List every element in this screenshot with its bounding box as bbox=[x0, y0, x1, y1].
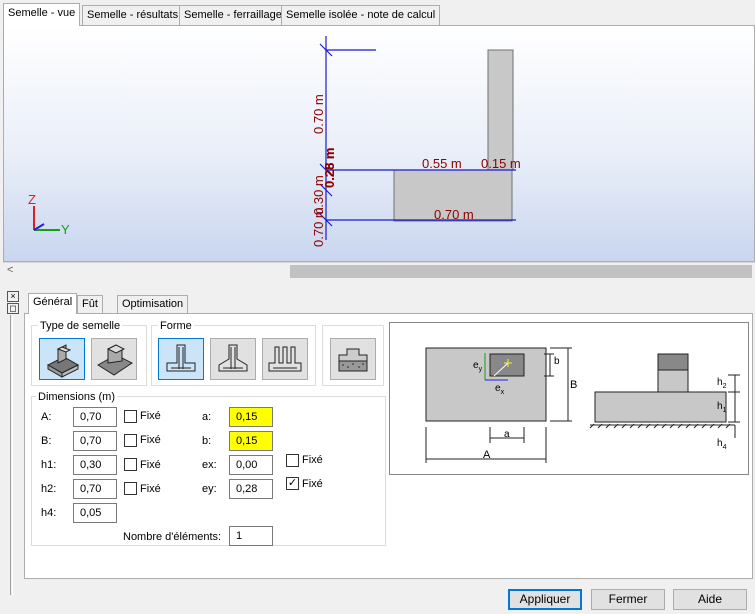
label-h4: h4: bbox=[41, 507, 57, 519]
checkbox-fixe-A[interactable] bbox=[124, 410, 137, 423]
axis-gizmo bbox=[33, 206, 60, 231]
footing-shape-3-icon[interactable] bbox=[262, 338, 308, 380]
float-panel-icon[interactable]: ◻ bbox=[7, 303, 19, 314]
top-tab-bar: Semelle - vue Semelle - résultats Semell… bbox=[0, 0, 755, 26]
footing-shape-2-icon[interactable] bbox=[210, 338, 256, 380]
footing-view[interactable]: Z Y 0.70 m 0.70 m 0.30 m 0.28 m 0.25 m 0… bbox=[3, 25, 755, 262]
tab-fut[interactable]: Fût bbox=[77, 295, 103, 314]
input-h2[interactable]: 0,70 bbox=[73, 479, 117, 499]
input-b[interactable]: 0,15 bbox=[229, 431, 273, 451]
dim-015: 0.15 m bbox=[481, 156, 521, 171]
schema-label-h1: h1 bbox=[717, 401, 727, 414]
dimensions-group: Dimensions (m) A: 0,70 Fixé B: 0,70 Fixé… bbox=[31, 391, 386, 546]
checkbox-fixe-h2[interactable] bbox=[124, 482, 137, 495]
input-h1[interactable]: 0,30 bbox=[73, 455, 117, 475]
soil-group bbox=[322, 325, 384, 386]
general-tab-panel: Type de semelle Forme Dimensions (m) A: … bbox=[24, 313, 753, 579]
schema-label-h4: h4 bbox=[717, 438, 727, 451]
tab-semelle-vue[interactable]: Semelle - vue bbox=[3, 3, 81, 26]
label-ex: ex: bbox=[202, 459, 217, 471]
dim-overlap: 0.25 m bbox=[322, 147, 337, 188]
view-horizontal-scrollbar[interactable]: < bbox=[3, 262, 755, 279]
schema-label-b: b bbox=[554, 356, 560, 367]
label-nombre-elements: Nombre d'éléments: bbox=[123, 531, 222, 543]
tab-note-de-calcul[interactable]: Semelle isolée - note de calcul bbox=[281, 5, 441, 25]
axis-y-label: Y bbox=[61, 222, 70, 237]
label-h1: h1: bbox=[41, 459, 57, 471]
dim-055: 0.55 m bbox=[422, 156, 462, 171]
label-fixe-h2: Fixé bbox=[140, 483, 161, 495]
checkbox-fixe-h1[interactable] bbox=[124, 458, 137, 471]
column-shape bbox=[487, 49, 514, 171]
dim-column-height: 0.70 m bbox=[311, 94, 326, 134]
soil-icon[interactable] bbox=[330, 338, 376, 380]
checkbox-fixe-ey[interactable]: ✓ bbox=[286, 477, 299, 490]
label-b: b: bbox=[202, 435, 212, 447]
close-button[interactable]: Fermer bbox=[591, 589, 665, 610]
footing-shape-1-icon[interactable] bbox=[158, 338, 204, 380]
checkbox-fixe-B[interactable] bbox=[124, 434, 137, 447]
schema-label-B: B bbox=[570, 379, 578, 391]
input-ey[interactable]: 0,28 bbox=[229, 479, 273, 499]
schema-label-ey: ey bbox=[473, 360, 483, 373]
help-button[interactable]: Aide bbox=[673, 589, 747, 610]
schema-label-h2: h2 bbox=[717, 377, 727, 390]
isolated-footing-icon[interactable] bbox=[39, 338, 85, 380]
forme-group: Forme bbox=[151, 320, 316, 386]
input-ex[interactable]: 0,00 bbox=[229, 455, 273, 475]
tab-optimisation[interactable]: Optimisation bbox=[117, 295, 189, 314]
label-fixe-B: Fixé bbox=[140, 434, 161, 446]
label-h2: h2: bbox=[41, 483, 57, 495]
dimensions-label: Dimensions (m) bbox=[36, 391, 118, 403]
footing-schema-drawing bbox=[425, 347, 740, 463]
label-B: B: bbox=[41, 435, 52, 447]
scroll-thumb[interactable] bbox=[290, 265, 752, 278]
input-a[interactable]: 0,15 bbox=[229, 407, 273, 427]
type-semelle-label: Type de semelle bbox=[38, 320, 123, 332]
input-B[interactable]: 0,70 bbox=[73, 431, 117, 451]
label-fixe-ey: Fixé bbox=[302, 478, 323, 490]
schema-label-a: a bbox=[504, 429, 510, 440]
tab-semelle-resultats[interactable]: Semelle - résultats bbox=[82, 5, 184, 25]
input-nombre-elements[interactable]: 1 bbox=[229, 526, 273, 546]
label-fixe-A: Fixé bbox=[140, 410, 161, 422]
forme-label: Forme bbox=[158, 320, 194, 332]
axis-z-label: Z bbox=[28, 192, 36, 207]
label-fixe-h1: Fixé bbox=[140, 459, 161, 471]
schema-label-ex: ex bbox=[495, 383, 505, 396]
dim-070-horizontal: 0.70 m bbox=[434, 207, 474, 222]
schema-label-A: A bbox=[483, 449, 491, 461]
tab-semelle-ferraillage[interactable]: Semelle - ferraillage bbox=[179, 5, 287, 25]
input-A[interactable]: 0,70 bbox=[73, 407, 117, 427]
scroll-left-arrow-icon[interactable]: < bbox=[7, 264, 13, 276]
label-ey: ey: bbox=[202, 483, 217, 495]
input-h4[interactable]: 0,05 bbox=[73, 503, 117, 523]
checkbox-fixe-ex[interactable] bbox=[286, 454, 299, 467]
apply-button[interactable]: Appliquer bbox=[508, 589, 582, 610]
panel-splitter[interactable] bbox=[10, 315, 13, 595]
type-semelle-group: Type de semelle bbox=[31, 320, 147, 386]
label-a: a: bbox=[202, 411, 212, 423]
tab-general[interactable]: Général bbox=[28, 293, 78, 314]
close-panel-icon[interactable]: × bbox=[7, 291, 19, 302]
label-A: A: bbox=[41, 411, 52, 423]
strip-footing-icon[interactable] bbox=[91, 338, 137, 380]
footing-schema: ey ex b B a A h2 h1 h4 bbox=[389, 322, 749, 475]
label-fixe-ex: Fixé bbox=[302, 454, 323, 466]
